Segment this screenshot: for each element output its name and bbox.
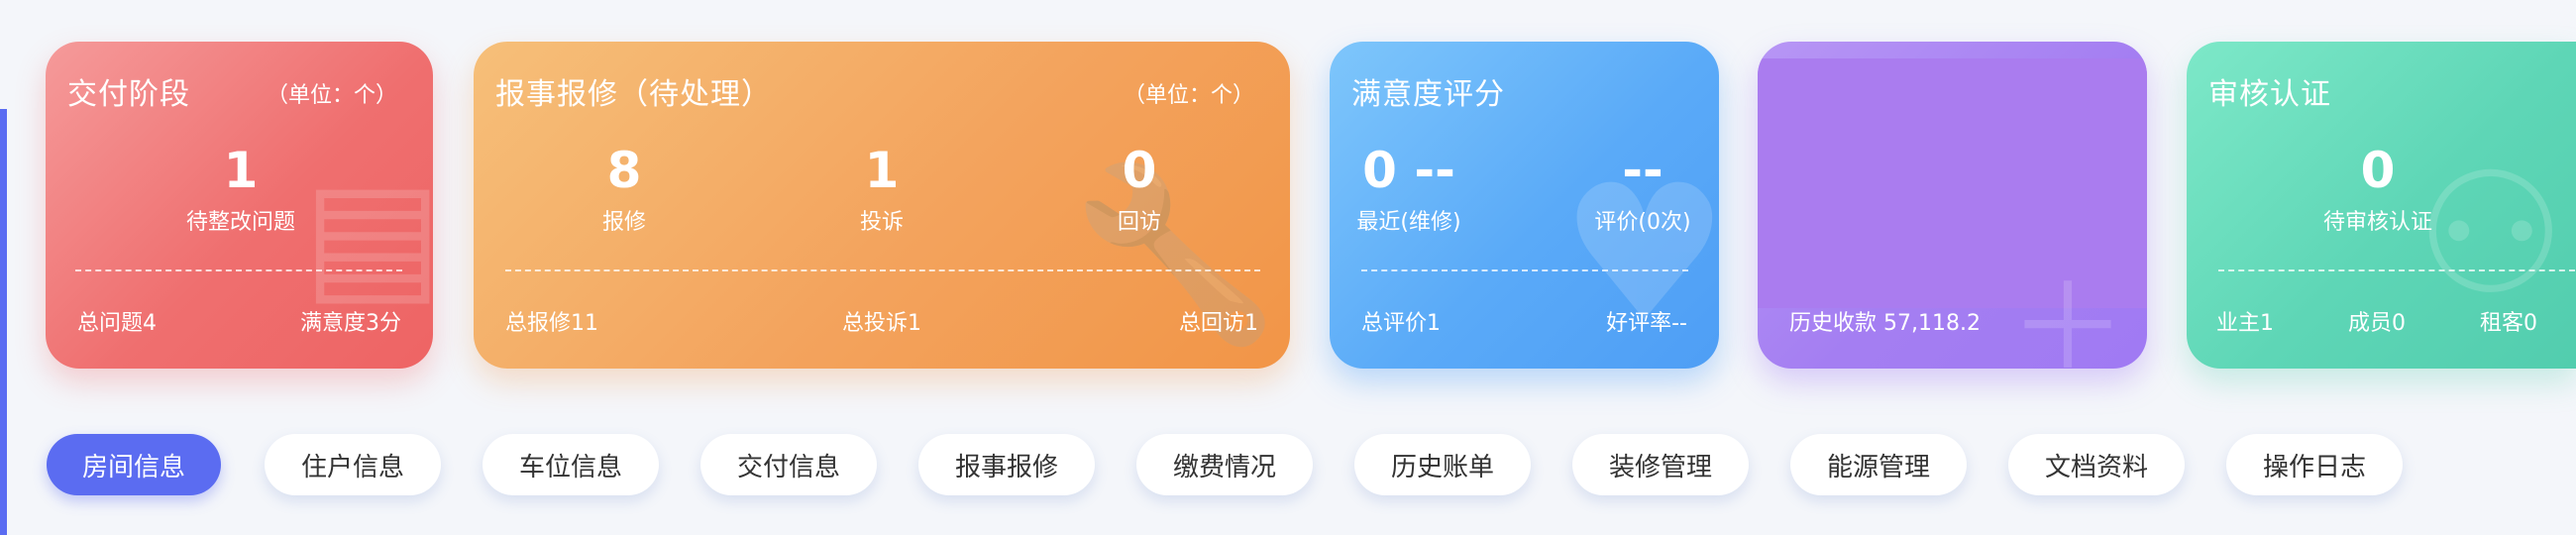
delivery-card[interactable]: ▤ 交付阶段 （单位：个） 1 待整改问题 总问题4 满意度3分 xyxy=(46,42,433,369)
pending-verification-label: 待审核认证 xyxy=(2322,210,2433,235)
verification-card[interactable]: ⚇ 审核认证 0 待审核认证 业主1 成员0 租客0 xyxy=(2187,42,2576,369)
tab-payment-status[interactable]: 缴费情况 xyxy=(1136,434,1313,495)
repair-title: 报事报修（待处理） xyxy=(495,77,772,112)
total-revisits: 总回访1 xyxy=(1179,311,1258,336)
recent-score: 0 -- xyxy=(1362,142,1455,199)
satisfaction-divider xyxy=(1361,269,1688,271)
tenant-count: 租客0 xyxy=(2480,311,2537,336)
wallet-icon: ＋ xyxy=(2008,260,2127,370)
payment-card[interactable]: ＋ 历史收款 57,118.2 xyxy=(1758,42,2147,369)
tab-documents[interactable]: 文档资料 xyxy=(2008,434,2185,495)
total-complaints: 总投诉1 xyxy=(842,311,921,336)
document-icon: ▤ xyxy=(302,149,433,321)
total-evaluations: 总评价1 xyxy=(1361,311,1441,336)
owner-count: 业主1 xyxy=(2216,311,2274,336)
recent-score-label: 最近(维修) xyxy=(1356,210,1461,235)
repair-label: 报修 xyxy=(601,210,647,235)
verification-title: 审核认证 xyxy=(2208,77,2331,112)
tab-delivery-info[interactable]: 交付信息 xyxy=(700,434,877,495)
delivery-metric: 1 待整改问题 xyxy=(186,141,295,236)
evaluation-count-label: 评价(0次) xyxy=(1594,210,1691,235)
satisfaction-title: 满意度评分 xyxy=(1351,77,1505,112)
total-repairs: 总报修11 xyxy=(505,311,598,336)
repair-divider xyxy=(505,269,1260,271)
tab-repair-reports[interactable]: 报事报修 xyxy=(918,434,1095,495)
revisit-label: 回访 xyxy=(1117,210,1162,235)
tab-energy[interactable]: 能源管理 xyxy=(1790,434,1967,495)
complaint-label: 投诉 xyxy=(859,210,905,235)
pending-verification-metric: 0 待审核认证 xyxy=(2323,141,2432,236)
repair-metric: 8 报修 xyxy=(602,141,646,236)
tab-room-info[interactable]: 房间信息 xyxy=(47,434,221,495)
delivery-title: 交付阶段 xyxy=(67,77,190,112)
repair-unit: （单位：个） xyxy=(1123,83,1254,108)
tab-operation-log[interactable]: 操作日志 xyxy=(2226,434,2403,495)
revisit-count: 0 xyxy=(1122,142,1157,199)
satisfaction-card[interactable]: ♥ 满意度评分 0 -- 最近(维修) -- 评价(0次) 总评价1 好评率-- xyxy=(1330,42,1719,369)
pending-issues-label: 待整改问题 xyxy=(185,210,296,235)
verification-divider xyxy=(2218,269,2575,271)
member-count: 成员0 xyxy=(2348,311,2406,336)
tab-resident-info[interactable]: 住户信息 xyxy=(265,434,441,495)
evaluation-metric: -- 评价(0次) xyxy=(1594,141,1690,236)
tab-billing-history[interactable]: 历史账单 xyxy=(1354,434,1531,495)
complaint-count: 1 xyxy=(864,142,900,199)
pending-verification-count: 0 xyxy=(2360,142,2396,199)
historical-payments: 历史收款 57,118.2 xyxy=(1789,311,1981,336)
tab-parking-info[interactable]: 车位信息 xyxy=(483,434,659,495)
evaluation-value: -- xyxy=(1622,142,1664,199)
recent-repair-metric: 0 -- 最近(维修) xyxy=(1356,141,1460,236)
revisit-metric: 0 回访 xyxy=(1118,141,1161,236)
stamp-icon: ⚇ xyxy=(2415,137,2566,333)
page-root: ▤ 交付阶段 （单位：个） 1 待整改问题 总问题4 满意度3分 🔧 报事报修（… xyxy=(0,0,2576,535)
total-issues: 总问题4 xyxy=(77,311,157,336)
positive-rate: 好评率-- xyxy=(1606,311,1687,336)
repair-card[interactable]: 🔧 报事报修（待处理） （单位：个） 8 报修 1 投诉 0 回访 总报修11 … xyxy=(474,42,1290,369)
complaint-metric: 1 投诉 xyxy=(860,141,904,236)
tab-renovation[interactable]: 装修管理 xyxy=(1572,434,1749,495)
pending-issues-count: 1 xyxy=(223,142,259,199)
satisfaction-score: 满意度3分 xyxy=(300,311,401,336)
left-edge-accent xyxy=(0,109,7,535)
delivery-unit: （单位：个） xyxy=(266,83,397,108)
delivery-divider xyxy=(75,269,402,271)
repair-count: 8 xyxy=(606,142,642,199)
